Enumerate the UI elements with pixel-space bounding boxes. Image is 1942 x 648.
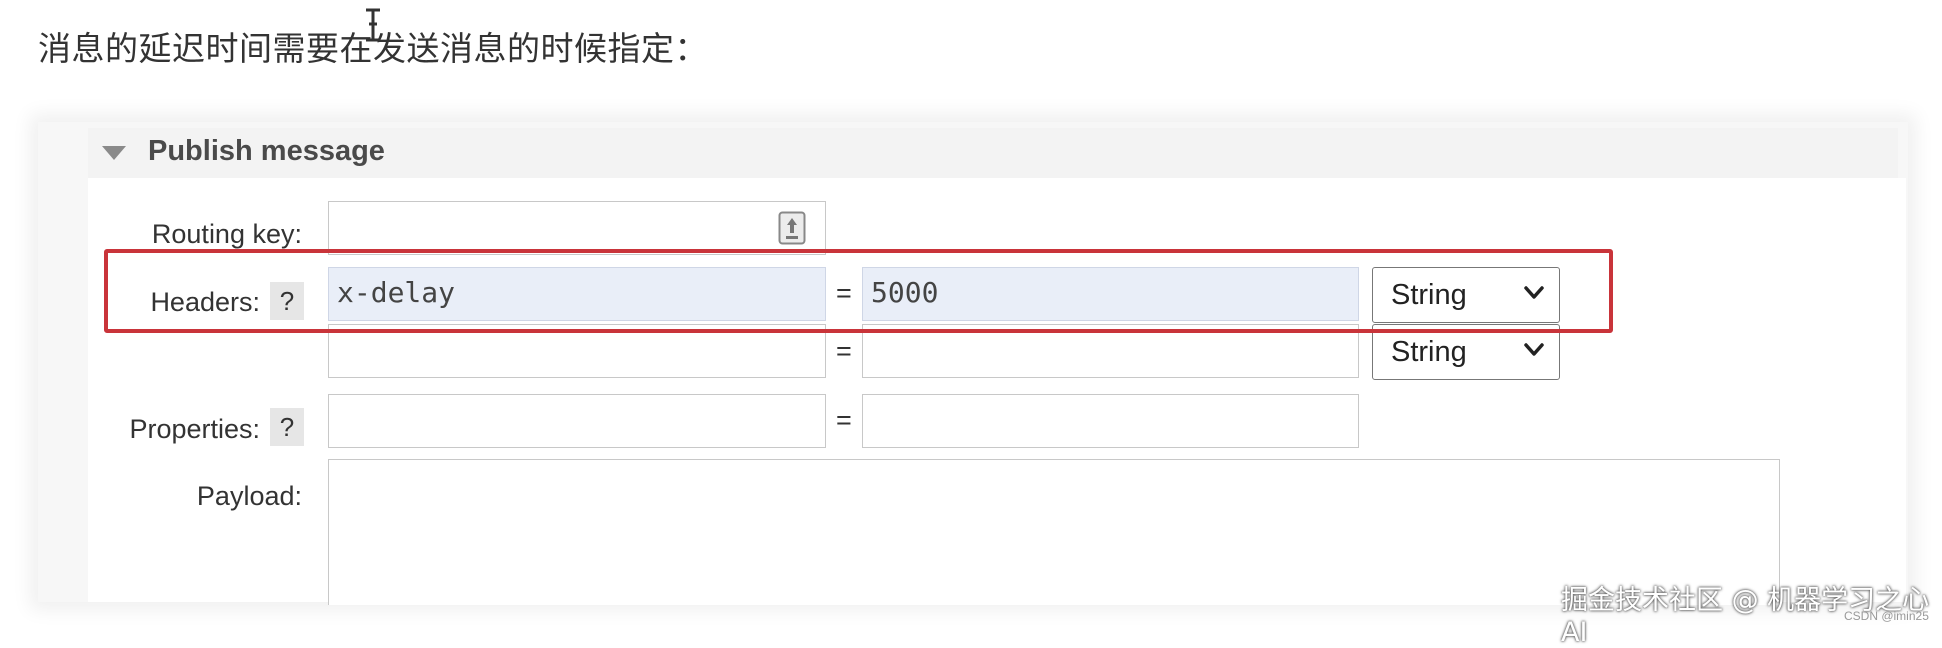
chevron-down-icon [1524,343,1544,356]
header-type-value: String [1391,336,1467,368]
properties-label: Properties: [129,414,260,444]
property-equals-sign: = [836,405,852,435]
triangle-down-icon[interactable] [102,146,126,160]
watermark-sub: CSDN @imin25 [1844,609,1929,623]
upload-icon[interactable] [778,211,806,245]
panel-title[interactable]: Publish message [148,135,385,168]
text-cursor-icon [366,8,380,42]
payload-label: Payload: [196,481,302,511]
highlight-box [104,249,1613,333]
routing-key-input[interactable] [328,201,826,255]
property-key-input[interactable] [328,394,826,448]
header-equals-sign: = [836,336,852,366]
routing-key-label: Routing key: [151,219,302,249]
properties-help-button[interactable]: ? [270,408,304,446]
property-value-input[interactable] [862,394,1359,448]
